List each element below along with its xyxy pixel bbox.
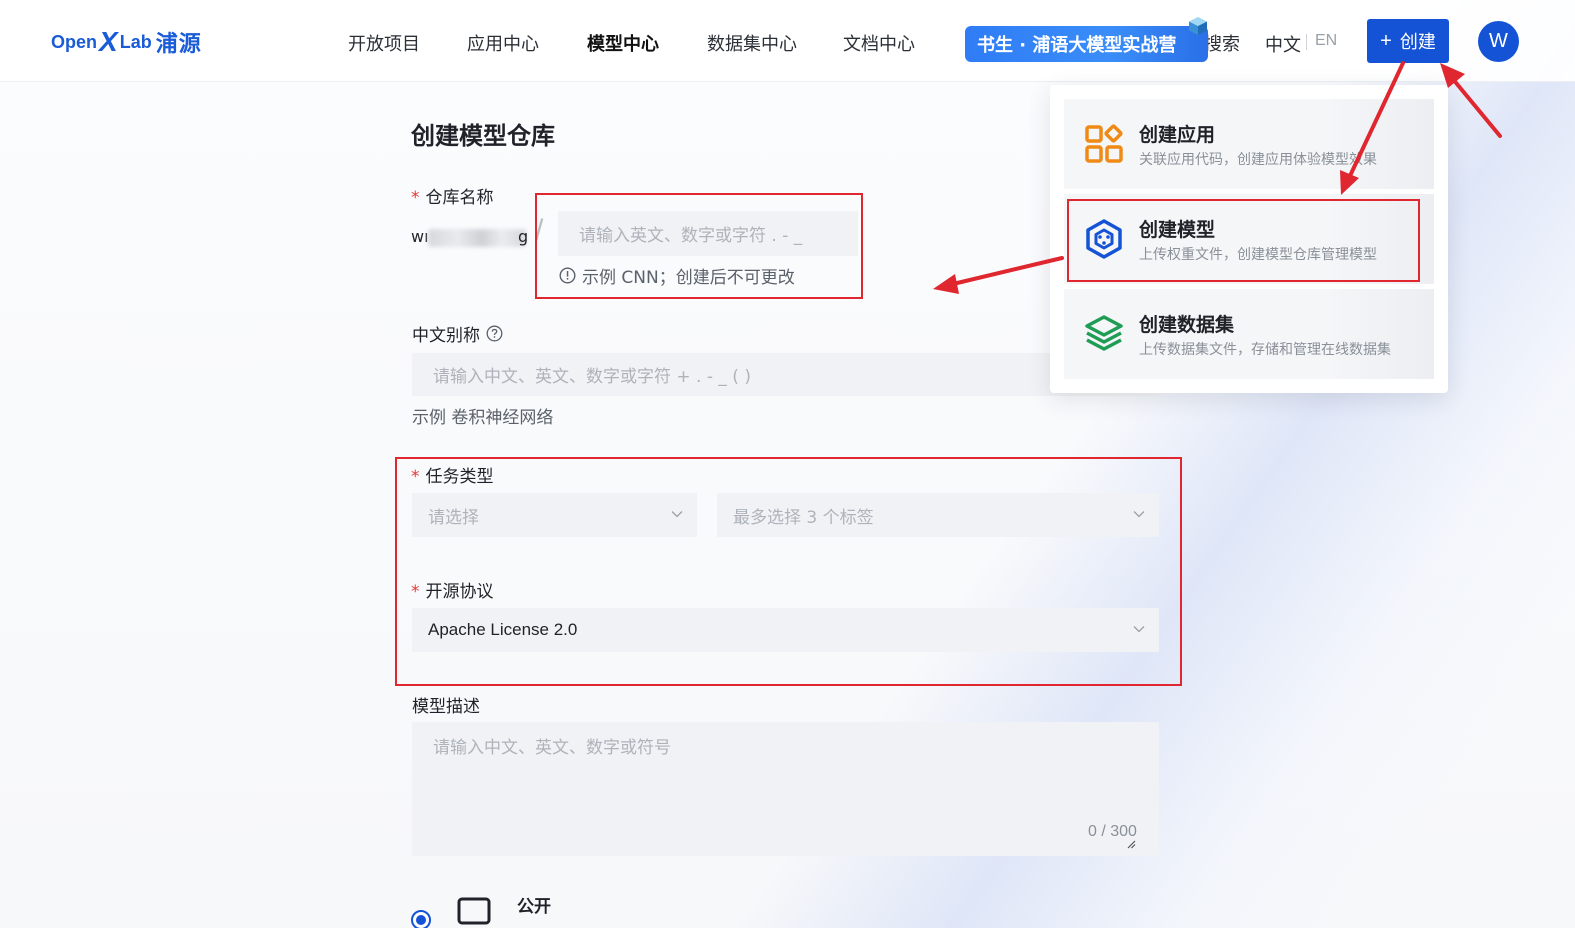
description-label: 模型描述 [412, 697, 480, 717]
required-mark: * [411, 467, 420, 487]
dropdown-create-model-desc: 上传权重文件，创建模型仓库管理模型 [1139, 247, 1377, 263]
lang-divider [1306, 34, 1307, 50]
visibility-public-radio[interactable] [411, 910, 431, 928]
repo-name-label-text: 仓库名称 [425, 188, 494, 208]
description-placeholder: 请输入中文、英文、数字或符号 [433, 738, 671, 758]
task-type-select[interactable]: 请选择 [412, 493, 697, 537]
logo-open-text: Open [51, 31, 98, 52]
create-button-label: 创建 [1399, 32, 1436, 53]
dropdown-create-app-title: 创建应用 [1139, 124, 1216, 146]
create-dropdown-menu: 创建应用 关联应用代码，创建应用体验模型效果 创建模型 上传权重文件，创建模型仓… [1050, 85, 1448, 393]
owner-slash: / [535, 214, 544, 247]
cube-sticker-icon [1189, 17, 1207, 35]
repo-name-input[interactable]: 请输入英文、数字或字符 . - _ [558, 211, 858, 256]
model-cube-icon [1086, 219, 1122, 259]
owner-prefix: wı [411, 227, 429, 246]
nav-dataset-center[interactable]: 数据集中心 [707, 30, 797, 56]
logo-lab-text: Lab [119, 31, 152, 52]
task-type-label-text: 任务类型 [425, 467, 494, 487]
license-select[interactable]: Apache License 2.0 [412, 608, 1159, 652]
promo-banner[interactable]: 书生 · 浦语大模型实战营 [965, 26, 1208, 62]
dropdown-create-app[interactable]: 创建应用 关联应用代码，创建应用体验模型效果 [1064, 99, 1434, 189]
description-textarea[interactable]: 请输入中文、英文、数字或符号 [412, 722, 1159, 856]
owner-suffix: g [518, 227, 529, 246]
openxlab-logo[interactable]: Open X Lab 浦源 [51, 26, 202, 58]
chevron-down-icon [671, 511, 683, 518]
visibility-public-label: 公开 [517, 897, 551, 917]
lang-zh-toggle[interactable]: 中文 [1265, 31, 1301, 57]
alias-label-text: 中文别称 [412, 326, 480, 346]
alias-placeholder: 请输入中文、英文、数字或字符 + . - _ ( ) [433, 367, 751, 387]
required-mark: * [411, 582, 420, 602]
license-label-text: 开源协议 [425, 582, 494, 602]
logo-x-mark: X [99, 26, 118, 57]
repo-name-hint-text: 示例 CNN；创建后不可更改 [582, 268, 795, 288]
dataset-layers-icon [1085, 315, 1123, 351]
top-header: Open X Lab 浦源 开放项目 应用中心 模型中心 数据集中心 文档中心 … [0, 0, 1575, 82]
required-mark: * [411, 188, 420, 208]
alias-label: 中文别称 [412, 321, 503, 346]
arrow-to-create-button [1450, 76, 1502, 138]
license-value: Apache License 2.0 [428, 620, 578, 639]
task-tags-placeholder: 最多选择 3 个标签 [733, 507, 874, 528]
logo-cn-text: 浦源 [155, 32, 202, 57]
dropdown-create-model-title: 创建模型 [1139, 219, 1216, 241]
chevron-down-icon [1133, 511, 1145, 518]
license-label: * 开源协议 [411, 577, 494, 602]
plus-icon: + [1380, 29, 1392, 52]
dropdown-create-dataset-desc: 上传数据集文件，存储和管理在线数据集 [1139, 342, 1391, 358]
user-avatar[interactable]: W [1478, 21, 1519, 62]
apps-grid-icon [1085, 124, 1123, 163]
info-circle-icon [559, 267, 576, 284]
page-title: 创建模型仓库 [411, 122, 555, 150]
arrow-head-3 [933, 274, 959, 294]
dropdown-create-app-desc: 关联应用代码，创建应用体验模型效果 [1139, 152, 1377, 168]
create-button[interactable]: + 创建 [1367, 19, 1449, 63]
arrow-to-repo-name [951, 256, 1064, 286]
dropdown-create-dataset[interactable]: 创建数据集 上传数据集文件，存储和管理在线数据集 [1064, 289, 1434, 379]
nav-docs-center[interactable]: 文档中心 [843, 30, 915, 56]
monitor-icon [457, 897, 491, 925]
search-link[interactable]: 搜索 [1204, 30, 1240, 56]
repo-name-hint: 示例 CNN；创建后不可更改 [559, 263, 795, 288]
nav-model-center[interactable]: 模型中心 [587, 30, 659, 56]
repo-name-placeholder: 请输入英文、数字或字符 . - _ [579, 226, 803, 246]
resize-handle-icon[interactable] [1126, 839, 1136, 849]
task-type-placeholder: 请选择 [428, 507, 479, 528]
lang-en-toggle[interactable]: EN [1315, 32, 1337, 50]
repo-name-label: * 仓库名称 [411, 183, 494, 208]
promo-text: 书生 · 浦语大模型实战营 [977, 35, 1177, 56]
alias-hint: 示例 卷积神经网络 [412, 408, 554, 428]
nav-app-center[interactable]: 应用中心 [467, 30, 539, 56]
owner-blurred [428, 229, 526, 247]
chevron-down-icon [1133, 626, 1145, 633]
task-tags-select[interactable]: 最多选择 3 个标签 [717, 493, 1159, 537]
help-circle-icon[interactable] [486, 325, 503, 342]
task-type-label: * 任务类型 [411, 462, 494, 487]
dropdown-create-dataset-title: 创建数据集 [1139, 314, 1235, 336]
nav-open-projects[interactable]: 开放项目 [348, 30, 420, 56]
dropdown-create-model[interactable]: 创建模型 上传权重文件，创建模型仓库管理模型 [1064, 194, 1434, 284]
alias-input[interactable]: 请输入中文、英文、数字或字符 + . - _ ( ) [412, 353, 1159, 396]
